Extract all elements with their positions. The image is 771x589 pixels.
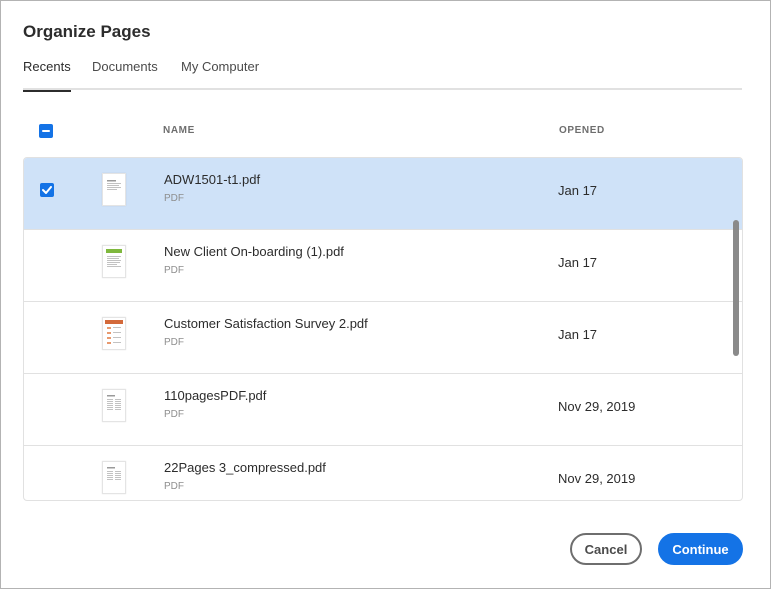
column-header-opened[interactable]: OPENED	[559, 125, 605, 136]
cancel-button[interactable]: Cancel	[570, 533, 642, 565]
file-type: PDF	[164, 193, 184, 204]
column-header-name[interactable]: NAME	[163, 125, 195, 136]
file-opened-date: Jan 17	[558, 183, 598, 198]
select-all-checkbox[interactable]	[39, 124, 53, 138]
file-opened-date: Nov 29, 2019	[558, 399, 636, 414]
file-type: PDF	[164, 337, 184, 348]
file-row[interactable]: 22Pages 3_compressed.pdf PDF Nov 29, 201…	[24, 446, 742, 500]
checkmark-icon	[42, 186, 52, 194]
document-thumbnail-icon	[102, 461, 126, 494]
list-header: NAME OPENED	[23, 113, 742, 149]
tab-my-computer[interactable]: My Computer	[181, 59, 259, 90]
indeterminate-dash-icon	[42, 130, 50, 132]
file-opened-date: Jan 17	[558, 255, 598, 270]
file-name: 22Pages 3_compressed.pdf	[164, 460, 326, 475]
file-row[interactable]: ADW1501-t1.pdf PDF Jan 17	[24, 158, 742, 230]
file-list: ADW1501-t1.pdf PDF Jan 17 New Client On-…	[23, 157, 743, 501]
row-checkbox[interactable]	[40, 183, 54, 197]
file-row[interactable]: 110pagesPDF.pdf PDF Nov 29, 2019	[24, 374, 742, 446]
tab-bar: Recents Documents My Computer	[23, 57, 742, 92]
file-row[interactable]: New Client On-boarding (1).pdf PDF Jan 1…	[24, 230, 742, 302]
continue-button[interactable]: Continue	[658, 533, 743, 565]
file-row[interactable]: Customer Satisfaction Survey 2.pdf PDF J…	[24, 302, 742, 374]
tab-documents[interactable]: Documents	[92, 59, 158, 90]
survey-thumbnail-icon	[102, 317, 126, 350]
dialog-title: Organize Pages	[23, 22, 151, 41]
file-name: New Client On-boarding (1).pdf	[164, 244, 344, 259]
file-name: ADW1501-t1.pdf	[164, 172, 261, 187]
file-type: PDF	[164, 409, 184, 420]
file-name: Customer Satisfaction Survey 2.pdf	[164, 316, 368, 331]
organize-pages-dialog: Organize Pages Recents Documents My Comp…	[0, 0, 771, 589]
file-opened-date: Jan 17	[558, 327, 598, 342]
file-type: PDF	[164, 265, 184, 276]
file-opened-date: Nov 29, 2019	[558, 471, 636, 486]
document-thumbnail-icon	[102, 245, 126, 278]
file-type: PDF	[164, 481, 184, 492]
list-scrollbar-thumb[interactable]	[733, 220, 739, 356]
file-name: 110pagesPDF.pdf	[164, 388, 267, 403]
tab-recents[interactable]: Recents	[23, 59, 71, 92]
document-thumbnail-icon	[102, 389, 126, 422]
document-thumbnail-icon	[102, 173, 126, 206]
